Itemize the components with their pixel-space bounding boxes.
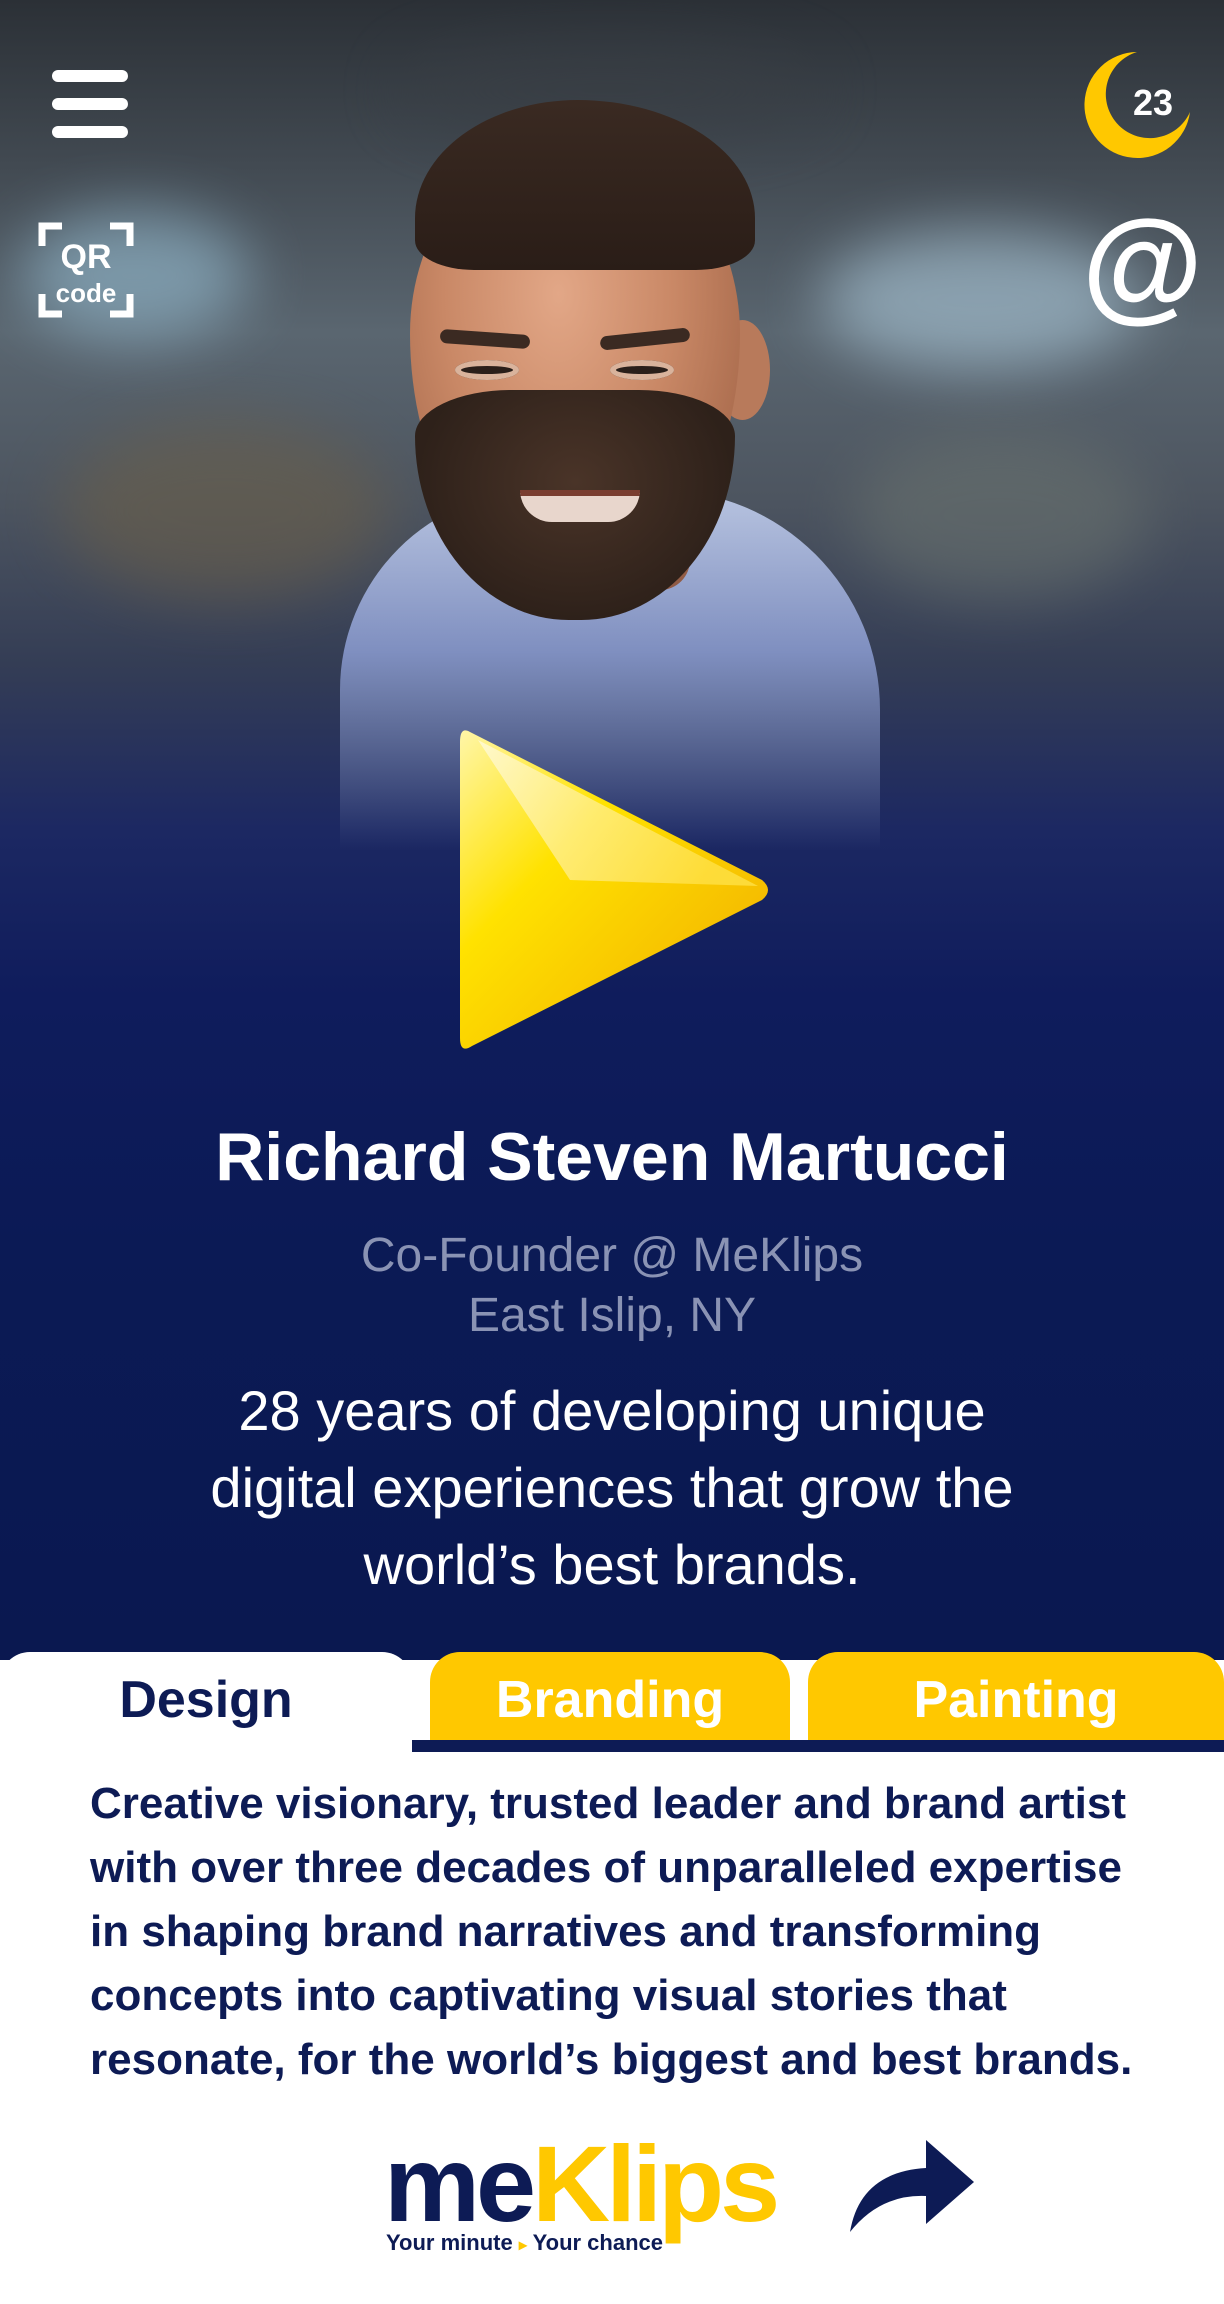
qr-label-bottom: code <box>56 278 117 308</box>
tab-bar: Design Branding Painting <box>0 1652 1224 1756</box>
profile-tagline: 28 years of developing unique digital ex… <box>210 1379 1014 1596</box>
profile-role: Co-Founder @ MeKlips <box>360 1229 864 1282</box>
moon-badge-icon[interactable]: 23 <box>1080 48 1194 162</box>
tab-branding[interactable]: Branding <box>430 1652 790 1740</box>
hero-section: QR code 23 @ Richard Steven Martucci Co-… <box>0 0 1224 1660</box>
hamburger-menu-icon[interactable] <box>52 70 128 142</box>
play-icon[interactable] <box>440 710 780 1070</box>
background-blur <box>850 430 1150 600</box>
share-arrow-icon[interactable] <box>840 2132 980 2242</box>
qr-label-top: QR <box>61 238 112 276</box>
profile-location: East Islip, NY <box>467 1289 757 1342</box>
tab-painting[interactable]: Painting <box>808 1652 1224 1740</box>
logo-tagline: Your minute ▸ Your chance <box>386 2230 664 2255</box>
profile-name: Richard Steven Martucci <box>215 1119 1009 1195</box>
qr-code-icon[interactable]: QR code <box>38 222 134 318</box>
tab-divider <box>412 1740 1224 1752</box>
meklips-logo[interactable]: meKlips Your minute ▸ Your chance <box>380 2124 860 2258</box>
at-sign-icon[interactable]: @ <box>1082 203 1203 327</box>
tab-design[interactable]: Design <box>0 1652 412 1756</box>
profile-page: QR code 23 @ Richard Steven Martucci Co-… <box>0 0 1224 2304</box>
tab-description: Creative visionary, trusted leader and b… <box>90 1779 1133 2084</box>
badge-count: 23 <box>1132 82 1174 123</box>
logo-wordmark: meKlips <box>384 2123 780 2244</box>
